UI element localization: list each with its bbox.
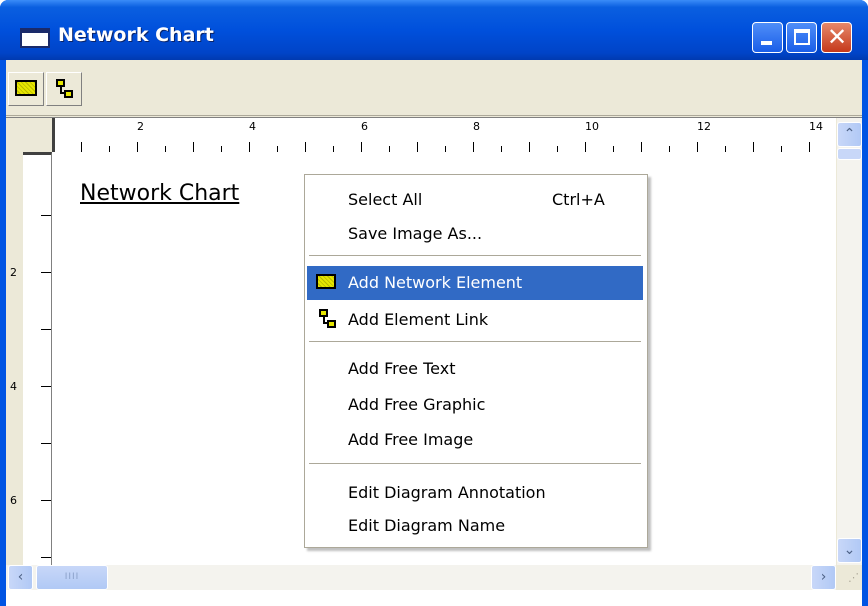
add-element-link-tool-button[interactable] — [46, 72, 82, 106]
ruler-tick — [529, 142, 530, 152]
ruler-tick — [41, 500, 51, 501]
scroll-up-button[interactable]: ⌃ — [837, 122, 862, 147]
close-button[interactable]: ✕ — [821, 22, 852, 53]
window-title: Network Chart — [58, 24, 214, 46]
menu-item-edit-diagram-annotation[interactable]: Edit Diagram Annotation — [307, 476, 643, 510]
chevron-down-icon: ⌄ — [843, 542, 856, 558]
ruler-tick — [501, 146, 502, 152]
menu-separator — [309, 341, 641, 343]
ruler-tick — [641, 142, 642, 152]
ruler-tick — [669, 146, 670, 152]
context-menu: Select All Ctrl+A Save Image As... Add N… — [304, 174, 648, 548]
ruler-tick — [697, 142, 698, 152]
menu-item-label: Edit Diagram Annotation — [348, 483, 546, 502]
menu-item-label: Add Free Graphic — [348, 395, 486, 414]
chevron-right-icon: › — [820, 569, 827, 585]
ruler-tick — [81, 142, 82, 152]
chevron-up-icon: ⌃ — [843, 126, 856, 142]
ruler-tick — [221, 146, 222, 152]
ruler-tick — [613, 146, 614, 152]
menu-item-label: Add Free Image — [348, 430, 474, 449]
menu-item-add-element-link[interactable]: Add Element Link — [307, 303, 643, 337]
scroll-left-button[interactable]: ‹ — [8, 565, 33, 590]
ruler-tick — [277, 146, 278, 152]
window-icon — [20, 28, 50, 48]
maximize-button[interactable] — [786, 22, 817, 53]
ruler-label: 4 — [10, 380, 17, 393]
menu-separator — [309, 463, 641, 465]
ruler-tick — [445, 146, 446, 152]
ruler-label: 14 — [809, 120, 823, 133]
ruler-tick — [473, 142, 474, 152]
horizontal-scrollbar[interactable]: ‹ IIII › — [6, 565, 836, 590]
add-network-element-tool-button[interactable] — [8, 72, 44, 106]
network-element-icon — [15, 80, 37, 96]
resize-grip-icon[interactable]: ⋰ — [836, 565, 862, 590]
menu-item-add-network-element[interactable]: Add Network Element — [307, 266, 643, 300]
ruler-corner — [6, 118, 52, 152]
ruler-tick — [389, 146, 390, 152]
vertical-scrollbar[interactable]: ⌃ ⌄ — [836, 118, 862, 565]
menu-separator — [309, 255, 641, 257]
ruler-tick — [109, 146, 110, 152]
ruler-tick — [41, 443, 51, 444]
title-bar[interactable]: Network Chart ✕ — [0, 0, 868, 60]
ruler-tick — [725, 146, 726, 152]
menu-item-add-free-graphic[interactable]: Add Free Graphic — [307, 388, 643, 422]
ruler-tick — [585, 142, 586, 152]
menu-item-shortcut: Ctrl+A — [552, 190, 605, 209]
menu-item-label: Edit Diagram Name — [348, 516, 506, 535]
ruler-tick — [417, 142, 418, 152]
ruler-label: 8 — [473, 120, 480, 133]
menu-item-label: Add Network Element — [348, 273, 523, 292]
ruler-label: 2 — [137, 120, 144, 133]
menu-item-label: Add Element Link — [348, 310, 489, 329]
menu-item-label: Select All — [348, 190, 423, 209]
close-icon: ✕ — [826, 23, 848, 51]
toolbar — [6, 60, 862, 116]
menu-item-add-free-text[interactable]: Add Free Text — [307, 352, 643, 386]
ruler-tick — [41, 557, 51, 558]
ruler-tick — [753, 142, 754, 152]
ruler-tick — [41, 215, 51, 216]
menu-item-save-image-as[interactable]: Save Image As... — [307, 217, 643, 251]
ruler-tick — [165, 146, 166, 152]
ruler-tick — [193, 142, 194, 152]
horizontal-ruler: 2 4 6 8 10 12 14 — [52, 118, 838, 152]
ruler-tick — [557, 146, 558, 152]
menu-item-label: Save Image As... — [348, 224, 483, 243]
chart-title[interactable]: Network Chart — [80, 181, 239, 206]
scroll-down-button[interactable]: ⌄ — [837, 538, 862, 563]
ruler-tick — [41, 272, 51, 273]
chevron-left-icon: ‹ — [17, 569, 24, 585]
ruler-tick — [249, 142, 250, 152]
grip-icon: IIII — [64, 572, 80, 582]
ruler-tick — [41, 329, 51, 330]
ruler-tick — [333, 146, 334, 152]
ruler-tick — [809, 142, 810, 152]
vertical-ruler: 2 4 6 — [6, 152, 52, 565]
ruler-tick — [781, 146, 782, 152]
menu-item-select-all[interactable]: Select All Ctrl+A — [307, 183, 643, 217]
ruler-label: 6 — [10, 494, 17, 507]
ruler-tick — [361, 142, 362, 152]
ruler-label: 2 — [10, 266, 17, 279]
ruler-label: 4 — [249, 120, 256, 133]
menu-item-add-free-image[interactable]: Add Free Image — [307, 423, 643, 457]
horizontal-scroll-thumb[interactable]: IIII — [36, 565, 108, 590]
ruler-tick — [137, 142, 138, 152]
ruler-label: 12 — [697, 120, 711, 133]
menu-item-edit-diagram-name[interactable]: Edit Diagram Name — [307, 509, 643, 543]
network-element-icon — [316, 274, 336, 289]
ruler-tick — [41, 386, 51, 387]
ruler-label: 10 — [585, 120, 599, 133]
ruler-label: 6 — [361, 120, 368, 133]
ruler-tick — [305, 142, 306, 152]
vertical-scroll-thumb[interactable] — [837, 148, 862, 160]
menu-item-label: Add Free Text — [348, 359, 456, 378]
minimize-button[interactable] — [752, 22, 783, 53]
scroll-right-button[interactable]: › — [811, 565, 836, 590]
maximize-icon — [794, 29, 810, 45]
minimize-icon — [761, 41, 772, 45]
